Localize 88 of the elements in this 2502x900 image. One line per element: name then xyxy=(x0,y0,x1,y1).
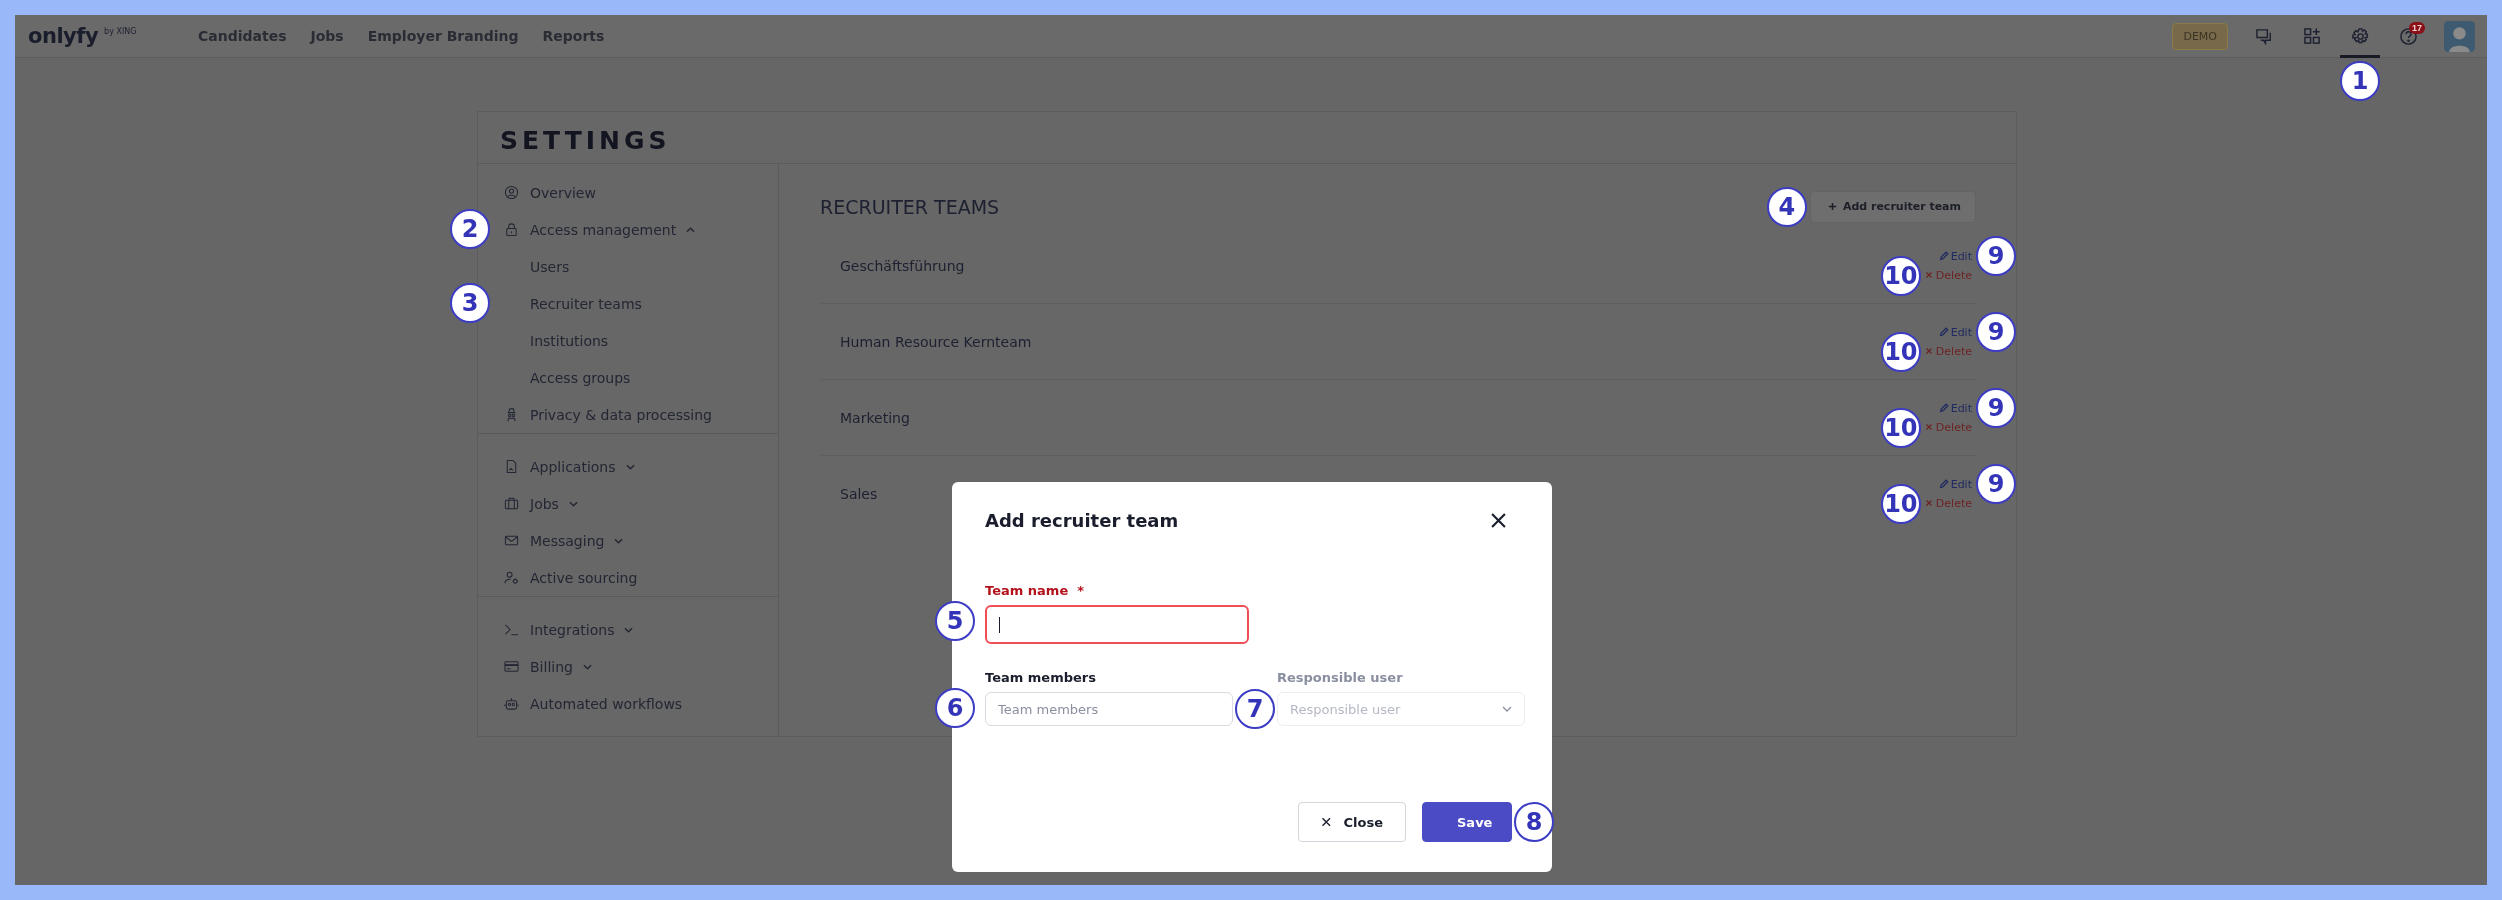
briefcase-icon xyxy=(504,496,519,511)
callout-number: 9 xyxy=(1976,463,2016,504)
callout-number: 8 xyxy=(1514,802,1554,842)
delete-link[interactable]: Delete xyxy=(1923,420,1972,434)
close-icon xyxy=(1321,816,1332,828)
callout-number: 1 xyxy=(2340,60,2380,101)
save-button[interactable]: Save xyxy=(1422,802,1512,842)
nav-link[interactable]: Candidates xyxy=(198,28,287,44)
callout-number: 9 xyxy=(1976,235,2016,276)
team-name: Geschäftsführung xyxy=(840,257,965,274)
sidebar-item[interactable]: Automated workflows xyxy=(504,694,683,713)
settings-icon xyxy=(2350,26,2370,46)
credit-card-icon xyxy=(504,659,519,674)
logo[interactable]: onlyfy xyxy=(28,25,99,47)
team-name: Marketing xyxy=(840,409,910,426)
robot-icon xyxy=(504,696,519,711)
notification-badge: 17 xyxy=(2409,21,2425,34)
add-team-button[interactable]: Add recruiter team xyxy=(1809,190,1976,223)
help-button[interactable]: 17 xyxy=(2388,14,2428,58)
user-circle-icon xyxy=(504,185,519,200)
callout-number: 6 xyxy=(935,688,975,728)
field-label: Team name * xyxy=(985,583,1086,598)
sidebar-item[interactable]: Access management xyxy=(504,220,696,239)
apps-add-icon xyxy=(2302,26,2322,46)
field-label: Team members xyxy=(985,670,1097,685)
sidebar-item[interactable]: Active sourcing xyxy=(504,568,638,587)
callout-number: 10 xyxy=(1880,407,1921,448)
sidebar-item[interactable]: Messaging xyxy=(504,531,624,550)
edit-link[interactable]: Edit xyxy=(1938,477,1972,491)
close-button[interactable]: Close xyxy=(1298,802,1406,842)
sidebar-item[interactable]: Overview xyxy=(504,183,596,202)
callout-number: 9 xyxy=(1976,311,2016,352)
callout-number: 10 xyxy=(1880,331,1921,372)
sidebar-subitem[interactable]: Access groups xyxy=(530,368,631,387)
sidebar-item[interactable]: Integrations xyxy=(504,620,634,639)
sidebar-item[interactable]: Privacy & data processing xyxy=(504,405,712,424)
logo-suffix: by XING xyxy=(104,26,137,36)
callout-number: 5 xyxy=(935,601,975,641)
section-title: RECRUITER TEAMS xyxy=(820,195,1000,218)
callout-number: 9 xyxy=(1976,387,2016,428)
text-cursor xyxy=(999,616,1000,633)
callout-number: 3 xyxy=(450,283,490,323)
pencil-icon xyxy=(1938,251,1949,261)
chevron-down-icon xyxy=(1502,706,1512,712)
close-icon xyxy=(1923,346,1934,356)
callout-number: 2 xyxy=(450,209,490,249)
plus-icon xyxy=(1827,202,1837,211)
edit-link[interactable]: Edit xyxy=(1938,325,1972,339)
page-title: SETTINGS xyxy=(478,112,2016,164)
callout-number: 10 xyxy=(1880,483,1921,524)
user-gear-icon xyxy=(504,570,519,585)
dialog-title: Add recruiter team xyxy=(985,510,1179,531)
sidebar-item[interactable]: Billing xyxy=(504,657,592,676)
team-name: Human Resource Kernteam xyxy=(840,333,1032,350)
mail-icon xyxy=(504,533,519,548)
edit-link[interactable]: Edit xyxy=(1938,401,1972,415)
sidebar-item[interactable]: Applications xyxy=(504,457,635,476)
nav-link[interactable]: Reports xyxy=(542,28,605,44)
pencil-icon xyxy=(1938,403,1949,413)
delete-link[interactable]: Delete xyxy=(1923,268,1972,282)
close-icon xyxy=(1490,513,1506,528)
lock-icon xyxy=(504,222,519,237)
delete-link[interactable]: Delete xyxy=(1923,344,1972,358)
close-icon xyxy=(1923,270,1934,280)
text-field[interactable] xyxy=(985,605,1249,644)
sidebar-item[interactable]: Jobs xyxy=(504,494,578,513)
close-icon xyxy=(1923,498,1934,508)
callout-number: 4 xyxy=(1766,186,1807,227)
text-field[interactable]: Team members xyxy=(985,692,1233,726)
callout-number: 10 xyxy=(1880,255,1921,296)
terminal-icon xyxy=(504,622,519,637)
sidebar-subitem[interactable]: Users xyxy=(530,257,570,276)
document-icon xyxy=(504,459,519,474)
sidebar-subitem[interactable]: Institutions xyxy=(530,331,609,350)
nav-link[interactable]: Employer Branding xyxy=(367,28,519,44)
edit-link[interactable]: Edit xyxy=(1938,249,1972,263)
close-icon xyxy=(1923,422,1934,432)
field-label: Responsible user xyxy=(1277,670,1404,685)
pencil-icon xyxy=(1938,479,1949,489)
team-name: Sales xyxy=(840,485,878,502)
demo-badge: DEMO xyxy=(2172,22,2228,50)
chat-bubbles-icon xyxy=(2254,26,2274,46)
pencil-icon xyxy=(1938,327,1949,337)
callout-number: 7 xyxy=(1235,689,1275,729)
nav-link[interactable]: Jobs xyxy=(310,28,344,44)
delete-link[interactable]: Delete xyxy=(1923,496,1972,510)
agent-icon xyxy=(504,407,519,422)
sidebar-subitem[interactable]: Recruiter teams xyxy=(530,294,642,313)
